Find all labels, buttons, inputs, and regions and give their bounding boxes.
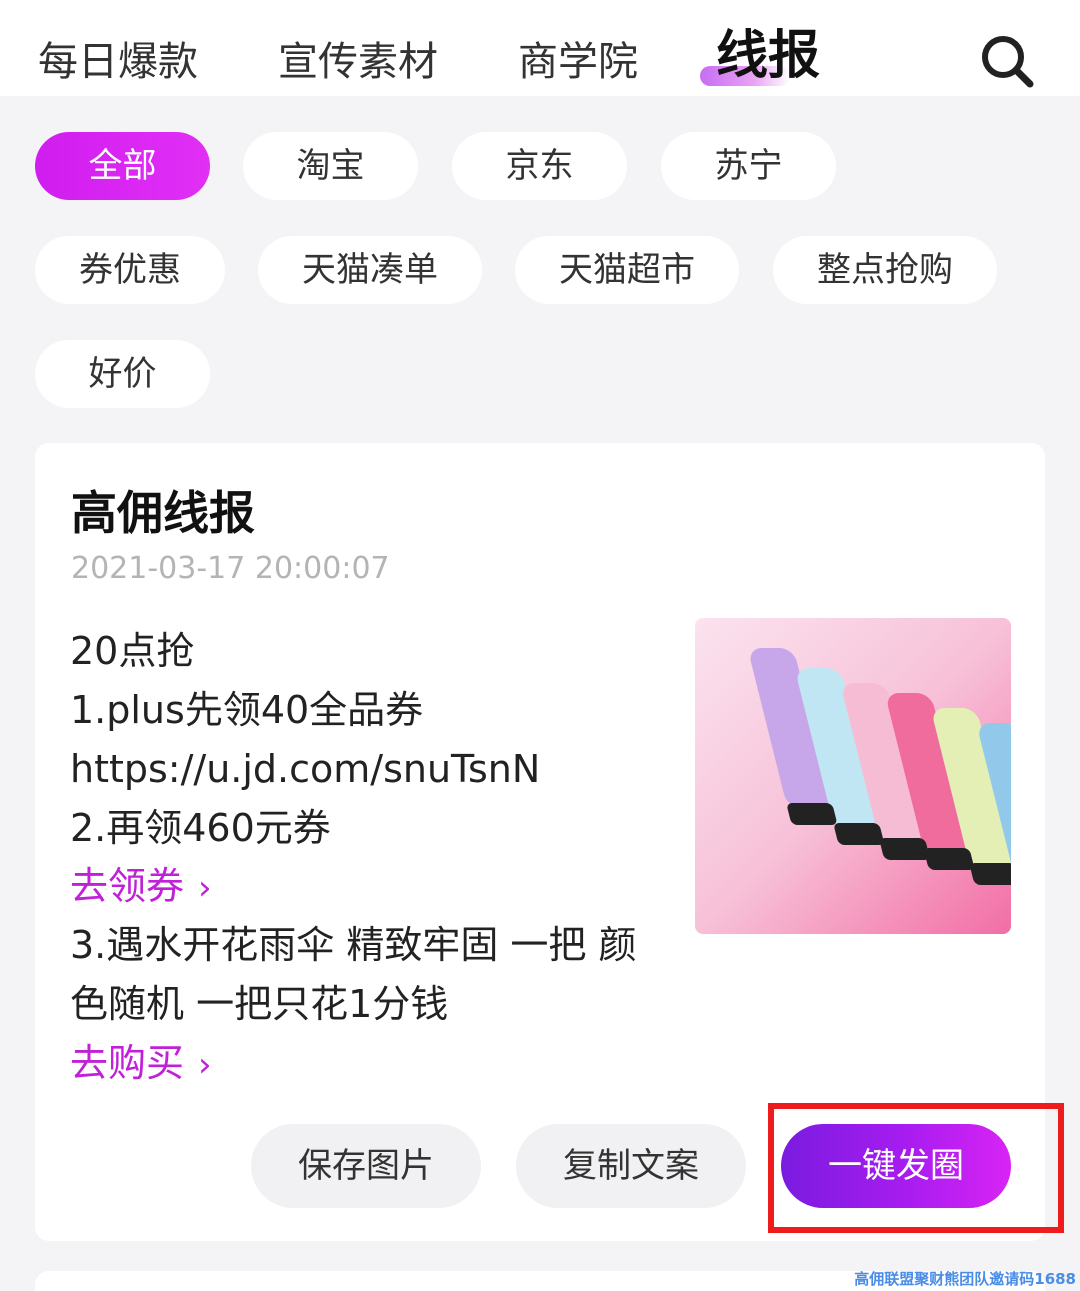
filter-suning[interactable]: 苏宁 xyxy=(661,132,836,200)
watermark-text: 高佣联盟聚财熊团队邀请码1688 xyxy=(854,1270,1076,1288)
tab-deal-alerts[interactable]: 线报 xyxy=(716,28,820,84)
get-coupon-label: 去领券 xyxy=(70,864,185,908)
deal-text-line: 3.遇水开花雨伞 精致牢固 一把 颜 xyxy=(70,923,637,967)
card-timestamp: 2021-03-17 20:00:07 xyxy=(71,551,390,586)
filter-coupon-deals[interactable]: 券优惠 xyxy=(35,236,225,304)
buy-now-link[interactable]: 去购买 › xyxy=(70,1038,212,1090)
copy-text-button[interactable]: 复制文案 xyxy=(516,1124,746,1208)
filter-jd[interactable]: 京东 xyxy=(452,132,627,200)
product-image[interactable] xyxy=(695,618,1011,934)
deal-text-line: 2.再领460元券 xyxy=(70,806,331,850)
tab-promo-material[interactable]: 宣传素材 xyxy=(278,34,438,90)
chevron-right-icon: › xyxy=(198,1045,212,1085)
filter-good-price[interactable]: 好价 xyxy=(35,340,210,408)
card-title: 高佣线报 xyxy=(71,486,255,540)
deal-text-line: 1.plus先领40全品券 xyxy=(70,688,424,732)
filter-tmall-supermarket[interactable]: 天猫超市 xyxy=(515,236,739,304)
buy-now-label: 去购买 xyxy=(70,1041,185,1085)
highlight-annotation xyxy=(768,1103,1064,1233)
filter-all[interactable]: 全部 xyxy=(35,132,210,200)
chevron-right-icon: › xyxy=(198,868,212,908)
filter-taobao[interactable]: 淘宝 xyxy=(243,132,418,200)
tab-business-school[interactable]: 商学院 xyxy=(518,34,638,90)
get-coupon-link[interactable]: 去领券 › xyxy=(70,861,212,913)
tab-daily-hot[interactable]: 每日爆款 xyxy=(38,34,198,90)
filter-tmall-bundle[interactable]: 天猫凑单 xyxy=(258,236,482,304)
top-tab-bar: 每日爆款 宣传素材 商学院 线报 xyxy=(0,0,1080,96)
deal-url[interactable]: https://u.jd.com/snuTsnN xyxy=(70,744,540,794)
filter-hourly-flash[interactable]: 整点抢购 xyxy=(773,236,997,304)
deal-text-line: 20点抢 xyxy=(70,629,195,673)
deal-text-line: 色随机 一把只花1分钱 xyxy=(70,982,449,1026)
save-image-button[interactable]: 保存图片 xyxy=(251,1124,481,1208)
search-icon[interactable] xyxy=(978,32,1036,90)
